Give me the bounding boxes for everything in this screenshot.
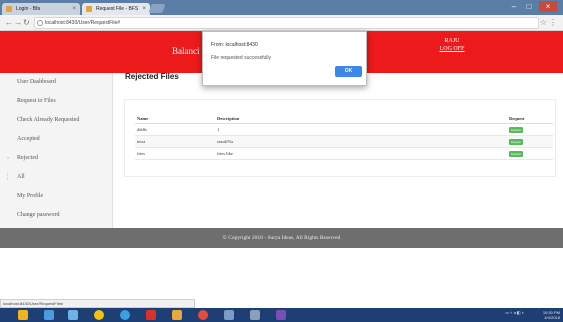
opera-icon[interactable]	[198, 310, 208, 320]
bookmark-star-icon[interactable]: ☆	[540, 17, 547, 29]
clock[interactable]: 10:30 PM 4/4/2018	[528, 310, 560, 320]
table-header: Name Description Request	[135, 114, 553, 124]
cell-description: fries like	[217, 151, 233, 156]
sidebar-item-label: Check Already Requested	[17, 117, 80, 123]
sidebar-item-label: Change password	[17, 212, 60, 218]
request-button[interactable]: Request	[509, 127, 523, 133]
mail-icon[interactable]	[224, 310, 234, 320]
info-icon[interactable]	[37, 20, 43, 26]
sidebar-item-label: Rejected	[17, 155, 38, 161]
forward-arrow-icon[interactable]: →	[14, 17, 22, 29]
tab-login[interactable]: Login - Bfa ×	[2, 3, 80, 15]
windows-icon[interactable]	[18, 310, 28, 320]
media-icon[interactable]	[250, 310, 260, 320]
table-row: tesst ssssdf%s Request	[135, 136, 553, 148]
column-header-request: Request	[509, 116, 525, 121]
tab-request-file[interactable]: Request File - BFS ×	[82, 3, 150, 15]
dialog-title: From: localhost:8430	[211, 42, 258, 48]
folder-icon[interactable]	[172, 310, 182, 320]
browser-tabstrip: Login - Bfa × Request File - BFS × – □ ×	[0, 0, 563, 15]
cell-description: 1	[217, 127, 220, 132]
sidebar-item-accepted[interactable]: Accepted	[0, 130, 113, 149]
clock-date: 4/4/2018	[544, 315, 560, 320]
user-menu: RAJU LOG OFF	[434, 37, 470, 53]
copyright-text: © Copyright 2018 - Surya Ideas, All Righ…	[222, 235, 341, 241]
site-footer: © Copyright 2018 - Surya Ideas, All Righ…	[0, 228, 563, 248]
site-brand: Balanci	[172, 46, 200, 56]
table-row: dddfs 1 Request	[135, 124, 553, 136]
dialog-message: File requested successfully	[211, 55, 272, 61]
maximize-icon[interactable]: □	[522, 1, 536, 12]
browser-menu-icon[interactable]: ⋮	[549, 17, 557, 29]
url-text: localhost:8430/User/RequestFile#	[45, 20, 121, 26]
page-favicon-icon	[86, 6, 92, 12]
pdf-icon[interactable]	[146, 310, 156, 320]
sidebar: User Dashboard Request to Files Check Al…	[0, 73, 113, 228]
address-input[interactable]: localhost:8430/User/RequestFile#	[34, 17, 539, 29]
user-name: RAJU	[444, 38, 460, 44]
sidebar-item-label: User Dashboard	[17, 79, 56, 85]
rejected-files-table: Name Description Request dddfs 1 Request…	[135, 114, 553, 160]
sidebar-item-request-files[interactable]: Request to Files	[0, 92, 113, 111]
tab-label: Login - Bfa	[16, 6, 41, 12]
ie-icon[interactable]	[120, 310, 130, 320]
chevron-right-icon: ¦	[7, 174, 9, 180]
sidebar-item-rejected[interactable]: › Rejected	[0, 149, 113, 168]
files-icon[interactable]	[68, 310, 78, 320]
back-arrow-icon[interactable]: ←	[5, 17, 13, 29]
page-favicon-icon	[6, 6, 12, 12]
sidebar-item-label: Accepted	[17, 136, 40, 142]
chrome-icon[interactable]	[94, 310, 104, 320]
alert-dialog: From: localhost:8430 File requested succ…	[202, 31, 367, 86]
cell-name: fries	[137, 151, 145, 156]
page-title: Rejected Files	[125, 72, 179, 81]
cell-name: dddfs	[137, 127, 147, 132]
sidebar-item-label: All	[17, 174, 25, 180]
sidebar-item-all[interactable]: ¦ All	[0, 168, 113, 187]
explorer-icon[interactable]	[44, 310, 54, 320]
chevron-right-icon: ›	[7, 155, 9, 161]
sidebar-item-label: Request to Files	[17, 98, 56, 104]
cell-description: ssssdf%s	[217, 139, 234, 144]
sidebar-item-profile[interactable]: My Profile	[0, 187, 113, 206]
request-button[interactable]: Request	[509, 139, 523, 145]
address-toolbar: ← → ↻ localhost:8430/User/RequestFile# ☆…	[0, 15, 563, 31]
status-url: localhost:8430/User/RequestFile#	[0, 299, 195, 308]
reload-icon[interactable]: ↻	[23, 17, 30, 29]
vs-icon[interactable]	[276, 310, 286, 320]
windows-taskbar: ▭ ˄ ◂ ◧ ◖ 10:30 PM 4/4/2018	[0, 308, 563, 322]
sidebar-item-label: My Profile	[17, 193, 44, 199]
cell-name: tesst	[137, 139, 146, 144]
close-icon[interactable]: ×	[142, 3, 146, 15]
sidebar-item-check-requested[interactable]: Check Already Requested	[0, 111, 113, 130]
sidebar-item-dashboard[interactable]: User Dashboard	[0, 73, 113, 92]
ok-button[interactable]: OK	[335, 66, 362, 77]
system-tray-icons[interactable]: ▭ ˄ ◂ ◧ ◖	[474, 310, 524, 315]
window-close-icon[interactable]: ×	[539, 1, 557, 12]
table-row: fries fries like Request	[135, 148, 553, 160]
close-icon[interactable]: ×	[72, 3, 76, 15]
logout-link[interactable]: LOG OFF	[434, 45, 470, 53]
rejected-files-card: Name Description Request dddfs 1 Request…	[124, 99, 556, 177]
tab-label: Request File - BFS	[96, 6, 139, 12]
request-button[interactable]: Request	[509, 151, 523, 157]
sidebar-item-change-password[interactable]: Change password	[0, 206, 113, 225]
minimize-icon[interactable]: –	[507, 1, 521, 12]
new-tab-button[interactable]	[148, 4, 166, 13]
column-header-name: Name	[137, 116, 149, 121]
column-header-description: Description	[217, 116, 240, 121]
